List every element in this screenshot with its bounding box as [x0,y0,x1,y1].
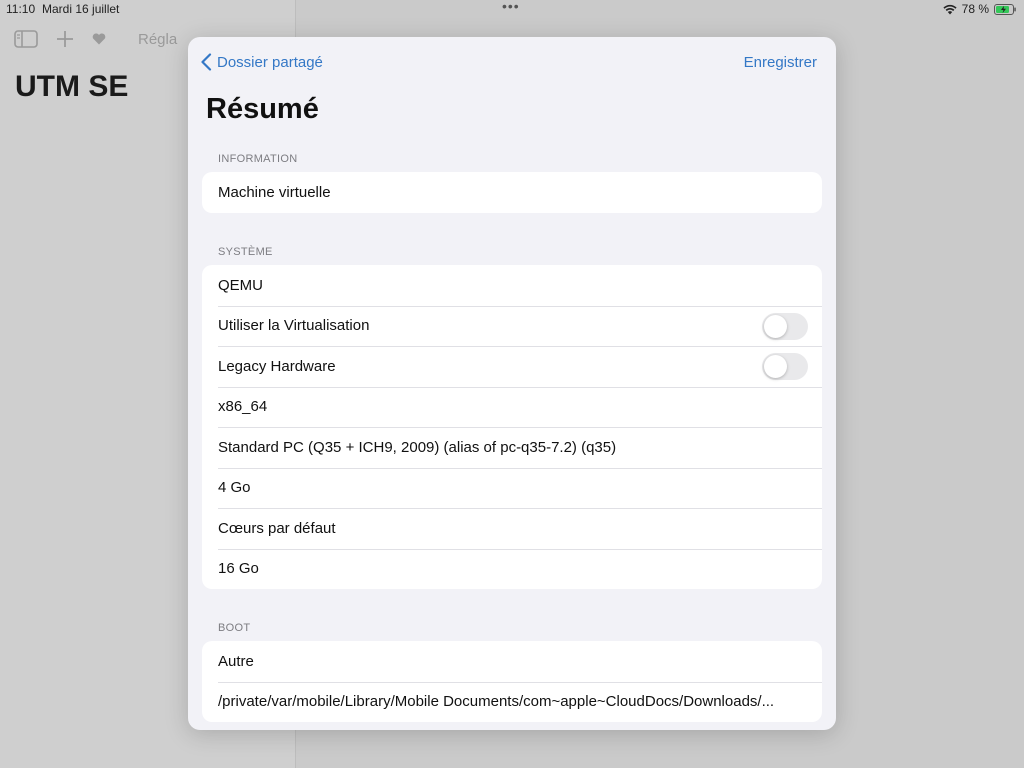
list-item-name[interactable]: Machine virtuelle [202,172,822,213]
status-right: 78 % [943,2,1016,16]
battery-charging-icon [994,3,1016,15]
list-item-memory[interactable]: 4 Go [202,467,822,509]
background-menu-label[interactable]: Régla [138,31,177,48]
page-title: Résumé [206,93,319,125]
heart-icon[interactable] [92,33,106,45]
group-systeme: QEMU Utiliser la Virtualisation Legacy H… [202,265,822,589]
section-header-information: INFORMATION [218,153,298,165]
list-item-legacy-hardware: Legacy Hardware [202,346,822,387]
row-label: 4 Go [218,479,251,497]
legacy-hardware-toggle[interactable] [762,353,808,380]
row-label: QEMU [218,276,263,294]
status-date: Mardi 16 juillet [42,2,120,16]
list-item-virtualisation: Utiliser la Virtualisation [202,305,822,347]
chevron-left-icon [201,53,212,71]
summary-sheet: Dossier partagé Enregistrer Résumé INFOR… [188,37,836,730]
row-label: 16 Go [218,560,259,578]
row-label: x86_64 [218,398,268,416]
list-item-boot-path[interactable]: /private/var/mobile/Library/Mobile Docum… [202,681,822,723]
list-item-storage[interactable]: 16 Go [202,548,822,590]
row-label: /private/var/mobile/Library/Mobile Docum… [218,693,775,711]
multitasking-dots-icon[interactable]: ••• [502,0,520,14]
section-header-systeme: SYSTÈME [218,246,273,258]
group-information: Machine virtuelle [202,172,822,213]
section-header-boot: BOOT [218,622,251,634]
battery-percent: 78 % [961,2,989,16]
sidebar-icon[interactable] [14,30,38,48]
save-button[interactable]: Enregistrer [744,54,817,71]
list-item-cores[interactable]: Cœurs par défaut [202,508,822,549]
row-label: Machine virtuelle [218,183,331,201]
virtualisation-toggle[interactable] [762,312,808,340]
row-label: Legacy Hardware [218,357,336,375]
group-boot: Autre /private/var/mobile/Library/Mobile… [202,641,822,722]
status-time: 11:10 [6,2,36,16]
row-label: Standard PC (Q35 + ICH9, 2009) (alias of… [218,438,617,456]
back-button[interactable]: Dossier partagé [200,53,323,71]
plus-icon[interactable] [56,30,74,48]
background-toolbar: Régla [14,30,177,48]
row-label: Cœurs par défaut [218,519,336,537]
background-title: UTM SE [15,70,129,103]
list-item-machine[interactable]: Standard PC (Q35 + ICH9, 2009) (alias of… [202,427,822,468]
back-button-label: Dossier partagé [217,53,323,71]
row-label: Utiliser la Virtualisation [218,317,370,335]
toggle-knob [764,355,787,378]
toggle-knob [764,314,787,338]
list-item-boot-type[interactable]: Autre [202,641,822,682]
list-item-architecture[interactable]: x86_64 [202,386,822,428]
row-label: Autre [218,652,254,670]
wifi-icon [943,4,957,14]
status-bar: 11:10 Mardi 16 juillet ••• 78 % [0,0,1024,18]
list-item-backend[interactable]: QEMU [202,265,822,306]
